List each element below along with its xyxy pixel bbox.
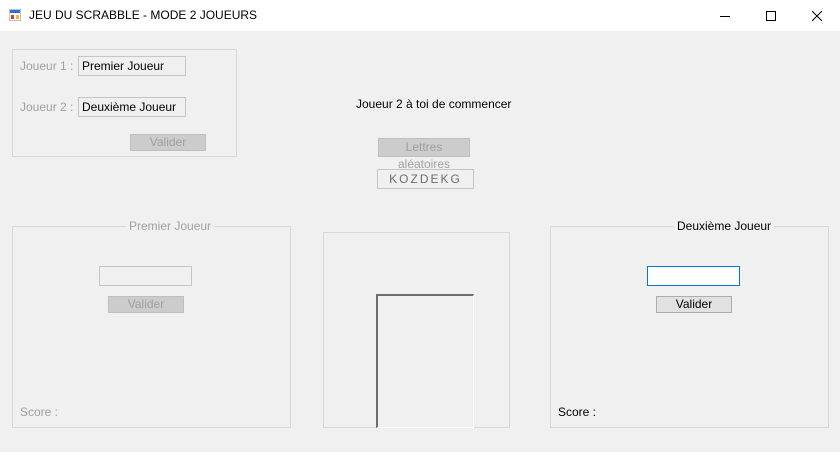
player1-score-label: Score :	[20, 405, 59, 419]
player2-name-field[interactable]: Deuxième Joueur	[78, 97, 186, 117]
close-button[interactable]	[794, 0, 840, 31]
random-letters-button[interactable]: Lettres aléatoires	[378, 138, 470, 171]
player1-validate-button[interactable]: Valider	[108, 296, 184, 313]
player2-score-label: Score :	[558, 405, 597, 419]
setup-validate-button[interactable]: Valider	[130, 134, 206, 151]
minimize-button[interactable]	[702, 0, 748, 31]
player2-validate-button[interactable]: Valider	[656, 296, 732, 313]
player1-name-field[interactable]: Premier Joueur	[78, 56, 186, 76]
app-icon	[9, 9, 21, 21]
turn-message: Joueur 2 à toi de commencer	[356, 97, 512, 111]
player2-panel-title: Deuxième Joueur	[674, 220, 775, 233]
letters-display: KOZDEKG	[377, 169, 474, 189]
player2-panel: Deuxième Joueur	[550, 220, 829, 428]
player2-word-input[interactable]	[647, 266, 740, 286]
player1-panel-title: Premier Joueur	[126, 220, 215, 233]
player1-panel: Premier Joueur	[12, 220, 291, 428]
maximize-icon	[766, 10, 776, 21]
window-bottom-edge	[0, 452, 840, 456]
title-bar: JEU DU SCRABBLE - MODE 2 JOUEURS	[0, 0, 840, 31]
player1-word-input[interactable]	[99, 266, 192, 286]
window-title: JEU DU SCRABBLE - MODE 2 JOUEURS	[29, 8, 258, 22]
close-icon	[812, 10, 822, 21]
maximize-button[interactable]	[748, 0, 794, 31]
player1-label: Joueur 1 :	[20, 59, 74, 73]
minimize-icon	[720, 15, 730, 17]
player2-label: Joueur 2 :	[20, 100, 74, 114]
word-board	[376, 294, 474, 428]
